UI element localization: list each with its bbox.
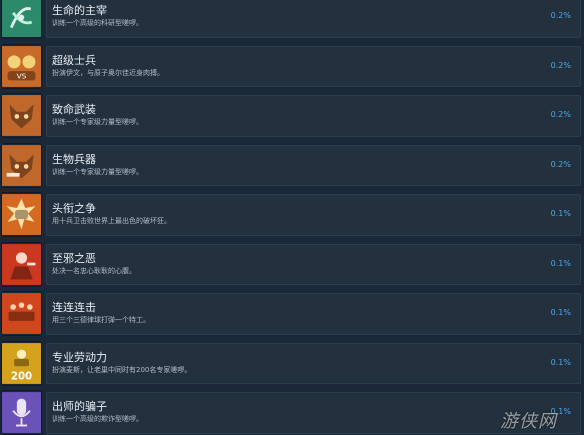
site-watermark: 游侠网 xyxy=(500,411,557,432)
achievement-row-background xyxy=(46,144,581,186)
fox-mask-icon xyxy=(1,93,42,138)
achievement-row[interactable]: 连连连击用三个三德律球打弹一个特工。 0.1% xyxy=(0,289,584,339)
achievement-row[interactable]: 生命的主宰训练一个高级的科研型嗟啰。 0.2% xyxy=(0,0,584,42)
svg-text:VS: VS xyxy=(17,71,27,80)
achievement-row[interactable]: 至邪之恶 处决一名忠心耿耿的心腹。 0.1% xyxy=(0,240,584,290)
achievement-description: 用三个三德律球打弹一个特工。 xyxy=(52,316,150,324)
worker-200-icon: 200 xyxy=(1,340,42,386)
achievement-title: 至邪之恶 xyxy=(52,251,96,265)
microphone-icon xyxy=(1,390,42,435)
combo-strike-icon xyxy=(1,291,42,336)
achievement-description: 训练一个专家级力量型嗟啰。 xyxy=(52,118,143,126)
achievement-description: 处决一名忠心耿耿的心腹。 xyxy=(52,266,136,275)
achievement-row-background xyxy=(46,243,581,285)
svg-text:200: 200 xyxy=(11,371,32,382)
fox-weapon-icon xyxy=(1,142,42,188)
achievement-unlock-percent: 0.1% xyxy=(550,258,571,268)
achievement-title: 生物兵器 xyxy=(52,152,96,166)
achievement-unlock-percent: 0.2% xyxy=(550,110,571,119)
achievement-unlock-percent: 0.1% xyxy=(550,308,571,317)
achievement-row[interactable]: 头衔之争用十兵卫击败世界上最出色的破坏狂。 0.1% xyxy=(0,190,584,240)
achievement-title: 专业劳动力 xyxy=(52,350,107,364)
achievement-description: 训练一个高级的科研型嗟啰。 xyxy=(52,19,143,27)
achievement-row-background xyxy=(46,293,581,335)
achievement-title: 连连连击 xyxy=(52,301,96,314)
achievement-list: 生命的主宰训练一个高级的科研型嗟啰。 0.2% VS 超级士兵 扮演伊文，与原子奥尔佳近… xyxy=(0,0,584,435)
achievement-row[interactable]: 200 专业劳动力 扮演麦斯，让老巢中同时有200名专家嗟啰。 0.1% xyxy=(0,339,584,389)
achievements-page: 生命的主宰训练一个高级的科研型嗟啰。 0.2% VS 超级士兵 扮演伊文，与原子奥尔佳近… xyxy=(0,0,584,435)
achievement-row-background xyxy=(46,342,581,384)
achievement-unlock-percent: 0.1% xyxy=(550,209,571,218)
achievement-row[interactable]: 出师的骗子 训练一个高级的欺诈型嗟啰。 0.1% xyxy=(0,388,584,435)
achievement-title: 超级士兵 xyxy=(52,53,96,67)
achievement-description: 训练一个专家级力量型嗟啰。 xyxy=(52,167,143,176)
achievement-row-background xyxy=(46,95,581,137)
dna-science-icon xyxy=(1,0,42,39)
achievement-title: 出师的骗子 xyxy=(52,400,107,413)
achievement-row[interactable]: 致命武装训练一个专家级力量型嗟啰。 0.2% xyxy=(0,91,584,141)
achievement-description: 扮演麦斯，让老巢中同时有200名专家嗟啰。 xyxy=(52,365,192,374)
fist-punch-icon xyxy=(1,192,42,237)
achievement-unlock-percent: 0.2% xyxy=(550,159,571,169)
achievement-title: 头衔之争 xyxy=(52,202,96,215)
achievement-row-background xyxy=(46,45,581,87)
achievement-title: 致命武装 xyxy=(52,103,96,116)
super-soldier-icon: VS xyxy=(1,43,42,89)
evil-villain-icon xyxy=(1,241,42,287)
achievement-unlock-percent: 0.2% xyxy=(550,11,571,20)
achievement-unlock-percent: 0.2% xyxy=(550,60,571,70)
achievement-row-background xyxy=(46,194,581,236)
achievement-description: 用十兵卫击败世界上最出色的破坏狂。 xyxy=(52,217,171,225)
achievement-title: 生命的主宰 xyxy=(52,4,107,17)
achievement-unlock-percent: 0.1% xyxy=(550,357,571,367)
achievement-row[interactable]: VS 超级士兵 扮演伊文，与原子奥尔佳近身肉搏。 0.2% xyxy=(0,42,584,92)
achievement-description: 扮演伊文，与原子奥尔佳近身肉搏。 xyxy=(52,68,164,77)
achievement-description: 训练一个高级的欺诈型嗟啰。 xyxy=(52,415,143,423)
achievement-row[interactable]: 生物兵器 训练一个专家级力量型嗟啰。 0.2% xyxy=(0,141,584,191)
